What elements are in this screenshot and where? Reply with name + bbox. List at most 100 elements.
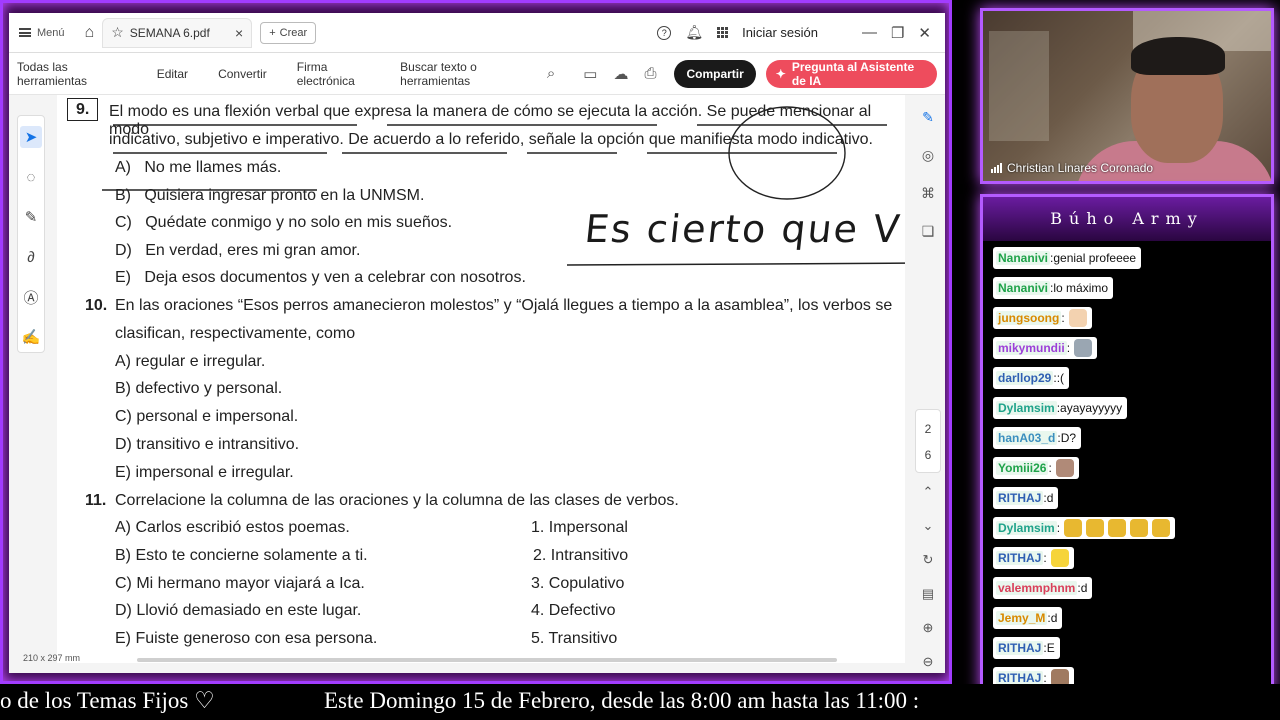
chat-message: mikymundii : (993, 337, 1271, 367)
chat-message: darllop29 : :( (993, 367, 1271, 397)
chat-bubble: Yomiii26 : (993, 457, 1079, 479)
chat-list: Nananivi : genial profeeee Nananivi : lo … (983, 241, 1271, 697)
signin-link[interactable]: Iniciar sesión (742, 25, 818, 40)
chat-message: Nananivi : lo máximo (993, 277, 1271, 307)
presenter-hair (1131, 37, 1225, 75)
tab-document[interactable]: ☆ SEMANA 6.pdf × (102, 17, 253, 48)
star-icon[interactable]: ☆ (111, 24, 124, 41)
chat-text: genial profeeee (1053, 251, 1137, 265)
search-field[interactable]: Buscar texto o herramientas (400, 60, 533, 88)
chat-text: E (1046, 641, 1055, 655)
q11-left-c: C) Mi hermano mayor viajará a Ica. (115, 575, 365, 592)
chat-username[interactable]: Nananivi (996, 281, 1051, 295)
create-button[interactable]: + Crear (260, 21, 317, 44)
apps-grid-icon[interactable] (717, 27, 729, 38)
menu-button[interactable]: Menú (19, 27, 65, 39)
chat-username[interactable]: Dylamsim (996, 401, 1057, 415)
viewer-frame: Menú ⌂ ☆ SEMANA 6.pdf × + Crear ? 🔔︎ Ini… (0, 0, 952, 684)
restore-icon[interactable]: ❐ (891, 24, 904, 42)
webcam-frame: Christian Linares Coronado (980, 8, 1274, 184)
page-up-icon[interactable]: ⌃ (915, 475, 941, 509)
esign-menu[interactable]: Firma electrónica (297, 60, 378, 88)
print-icon[interactable]: ⎙ (644, 65, 656, 82)
chat-username[interactable]: Dylamsim (996, 521, 1057, 535)
share-button[interactable]: Compartir (674, 59, 756, 88)
chat-username[interactable]: Nananivi (996, 251, 1051, 265)
right-rail: ✎ ◎ ⌘ ❏ (915, 109, 941, 261)
chat-username[interactable]: RITHAJ (996, 551, 1044, 565)
lasso-icon[interactable]: ∂ (20, 246, 42, 268)
text-select-icon[interactable]: Ⓐ (20, 286, 42, 308)
chat-username[interactable]: darllop29 (996, 371, 1054, 385)
minimize-icon[interactable]: — (862, 24, 877, 41)
q10-line2: clasifican, respectivamente, como (115, 325, 356, 342)
chat-title: Búho Army (983, 197, 1271, 241)
emote-cats-icon (1152, 519, 1171, 537)
menu-label: Menú (37, 26, 65, 39)
chat-bubble: Nananivi : lo máximo (993, 277, 1114, 299)
save-icon[interactable]: ▭ (583, 65, 597, 83)
pdf-viewer: Menú ⌂ ☆ SEMANA 6.pdf × + Crear ? 🔔︎ Ini… (9, 13, 945, 673)
comment-icon[interactable]: ◌ (20, 166, 42, 188)
close-window-icon[interactable]: ✕ (918, 24, 931, 42)
home-icon[interactable]: ⌂ (85, 24, 95, 42)
chat-separator: : (1043, 671, 1047, 685)
chat-username[interactable]: mikymundii (996, 341, 1067, 355)
chat-bubble: mikymundii : (993, 337, 1098, 359)
bell-icon[interactable]: 🔔︎ (685, 24, 703, 41)
q11-right-4: 4. Defectivo (531, 602, 616, 619)
emote-smile-icon (1050, 549, 1069, 567)
q10-option-e: E) impersonal e irregular. (115, 464, 294, 481)
chat-separator: : (1048, 461, 1052, 475)
q11-right-1: 1. Impersonal (531, 519, 628, 536)
chat-bubble: RITHAJ : (993, 547, 1074, 569)
chat-text: D? (1060, 431, 1077, 445)
chat-message: RITHAJ : (993, 547, 1271, 577)
sign-icon[interactable]: ✍ (20, 326, 42, 348)
file-info-icon[interactable]: ▤ (915, 577, 941, 611)
q11-left-b: B) Esto te concierne solamente a ti. (115, 547, 368, 564)
chat-text: d (1046, 491, 1054, 505)
comment-panel-icon[interactable]: ✎ (915, 109, 941, 147)
close-tab-icon[interactable]: × (235, 25, 243, 41)
ai-panel-icon[interactable]: ◎ (915, 147, 941, 185)
emote-cats-icon (1130, 519, 1149, 537)
zoom-in-icon[interactable]: ⊕ (915, 611, 941, 645)
q11-left-e: E) Fuiste generoso con esa persona. (115, 630, 378, 647)
zoom-out-icon[interactable]: ⊖ (915, 645, 941, 673)
emote-hand-icon (1068, 309, 1087, 327)
pen-icon[interactable]: ✎ (20, 206, 42, 228)
help-icon[interactable]: ? (657, 25, 672, 40)
edit-menu[interactable]: Editar (157, 67, 188, 81)
q11-right-2: 2. Intransitivo (533, 547, 629, 564)
horizontal-scrollbar[interactable] (137, 658, 837, 662)
create-label: Crear (279, 26, 308, 39)
chat-username[interactable]: RITHAJ (996, 641, 1044, 655)
chat-username[interactable]: RITHAJ (996, 491, 1044, 505)
chat-username[interactable]: jungsoong (996, 311, 1062, 325)
bookmark-icon[interactable]: ⌘ (915, 185, 941, 223)
upload-cloud-icon[interactable]: ☁ (613, 65, 628, 83)
q10-option-c: C) personal e impersonal. (115, 408, 299, 425)
signal-icon (991, 163, 1002, 173)
chat-message: hanA03_d : D? (993, 427, 1271, 457)
select-cursor-icon[interactable]: ➤ (20, 126, 42, 148)
chat-bubble: RITHAJ : d (993, 487, 1059, 509)
search-icon[interactable]: ⌕ (547, 65, 555, 82)
chat-username[interactable]: valemmphnm (996, 581, 1078, 595)
convert-menu[interactable]: Convertir (218, 67, 267, 81)
page-down-icon[interactable]: ⌄ (915, 509, 941, 543)
chat-bubble: Dylamsim : (993, 517, 1176, 539)
title-bar: Menú ⌂ ☆ SEMANA 6.pdf × + Crear ? 🔔︎ Ini… (9, 13, 945, 53)
copy-icon[interactable]: ❏ (915, 223, 941, 261)
chat-message: RITHAJ : E (993, 637, 1271, 667)
chat-username[interactable]: Yomiii26 (996, 461, 1049, 475)
all-tools-menu[interactable]: Todas las herramientas (17, 60, 127, 88)
chat-username[interactable]: Jemy_M (996, 611, 1048, 625)
chat-username[interactable]: hanA03_d (996, 431, 1058, 445)
chat-username[interactable]: RITHAJ (996, 671, 1044, 685)
tab-title: SEMANA 6.pdf (129, 25, 210, 40)
ai-assistant-button[interactable]: ✦ Pregunta al Asistente de IA (765, 59, 937, 88)
rotate-icon[interactable]: ↻ (915, 543, 941, 577)
page-indicator[interactable]: 2 6 (915, 409, 941, 473)
